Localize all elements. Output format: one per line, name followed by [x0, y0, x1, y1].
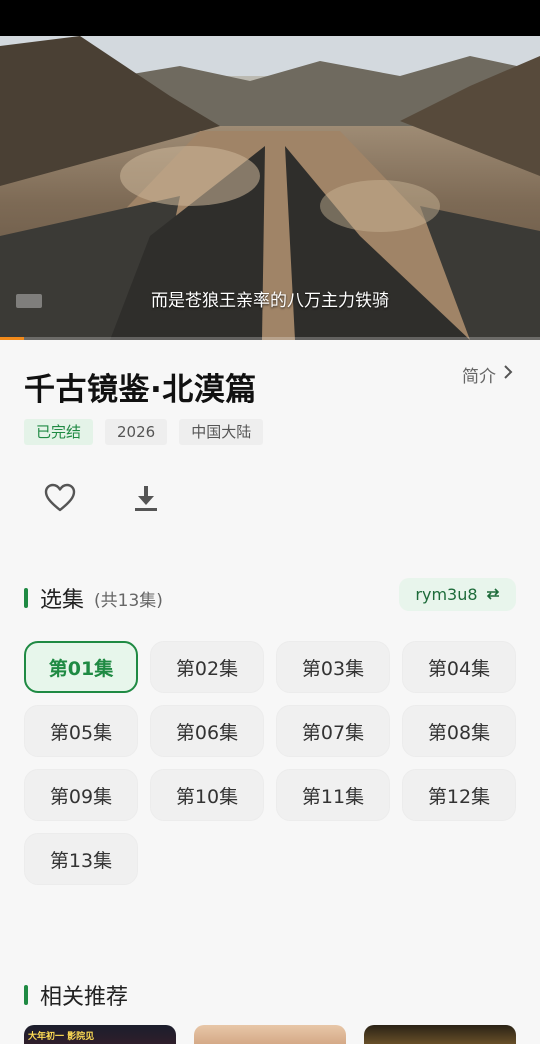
recommend-card[interactable]: [194, 1025, 346, 1044]
source-switch-button[interactable]: rym3u8: [399, 578, 516, 611]
episode-button[interactable]: 第07集: [276, 705, 390, 757]
download-icon: [133, 484, 159, 516]
episode-button[interactable]: 第01集: [24, 641, 138, 693]
episode-button[interactable]: 第11集: [276, 769, 390, 821]
episodes-count: (共13集): [94, 590, 163, 611]
episode-button[interactable]: 第02集: [150, 641, 264, 693]
tag-list: 已完结 2026 中国大陆: [24, 419, 264, 445]
section-accent-bar: [24, 985, 28, 1005]
recommend-section-header: 相关推荐: [24, 979, 128, 1011]
recommend-card[interactable]: [364, 1025, 516, 1044]
intro-link[interactable]: 简介: [462, 362, 514, 387]
recommend-card[interactable]: 大年初一 影院见: [24, 1025, 176, 1044]
episodes-section-header: 选集 (共13集): [24, 582, 163, 614]
episode-button[interactable]: 第04集: [402, 641, 516, 693]
video-subtitle: 而是苍狼王亲率的八万主力铁骑: [151, 291, 389, 311]
source-label: rym3u8: [415, 585, 478, 604]
episode-button[interactable]: 第13集: [24, 833, 138, 885]
year-badge: 2026: [105, 419, 168, 445]
show-title: 千古镜鉴·北漠篇: [24, 372, 257, 408]
action-bar: [40, 480, 166, 520]
heart-outline-icon: [44, 483, 76, 517]
episodes-title: 选集: [40, 588, 85, 613]
chevron-right-icon: [502, 364, 514, 385]
recommend-title: 相关推荐: [40, 985, 129, 1010]
episode-button[interactable]: 第05集: [24, 705, 138, 757]
status-badge: 已完结: [24, 419, 94, 445]
episode-grid: 第01集 第02集 第03集 第04集第05集 第06集 第07集 第08集第09集 第10集…: [24, 641, 516, 885]
status-bar: [0, 0, 540, 36]
favorite-button[interactable]: [40, 480, 80, 520]
progress-fill: [0, 337, 25, 340]
progress-bar[interactable]: [0, 337, 540, 340]
download-button[interactable]: [126, 480, 166, 520]
episode-button[interactable]: 第12集: [402, 769, 516, 821]
intro-label: 简介: [462, 367, 496, 387]
video-player[interactable]: 而是苍狼王亲率的八万主力铁骑: [0, 36, 540, 340]
episode-button[interactable]: 第06集: [150, 705, 264, 757]
recommend-card-poster-text: 大年初一 影院见: [28, 1032, 95, 1042]
episode-button[interactable]: 第10集: [150, 769, 264, 821]
episode-button[interactable]: 第09集: [24, 769, 138, 821]
episode-button[interactable]: 第03集: [276, 641, 390, 693]
episode-button[interactable]: 第08集: [402, 705, 516, 757]
swap-icon: [486, 585, 500, 604]
section-accent-bar: [24, 588, 28, 608]
region-badge: 中国大陆: [179, 419, 264, 445]
